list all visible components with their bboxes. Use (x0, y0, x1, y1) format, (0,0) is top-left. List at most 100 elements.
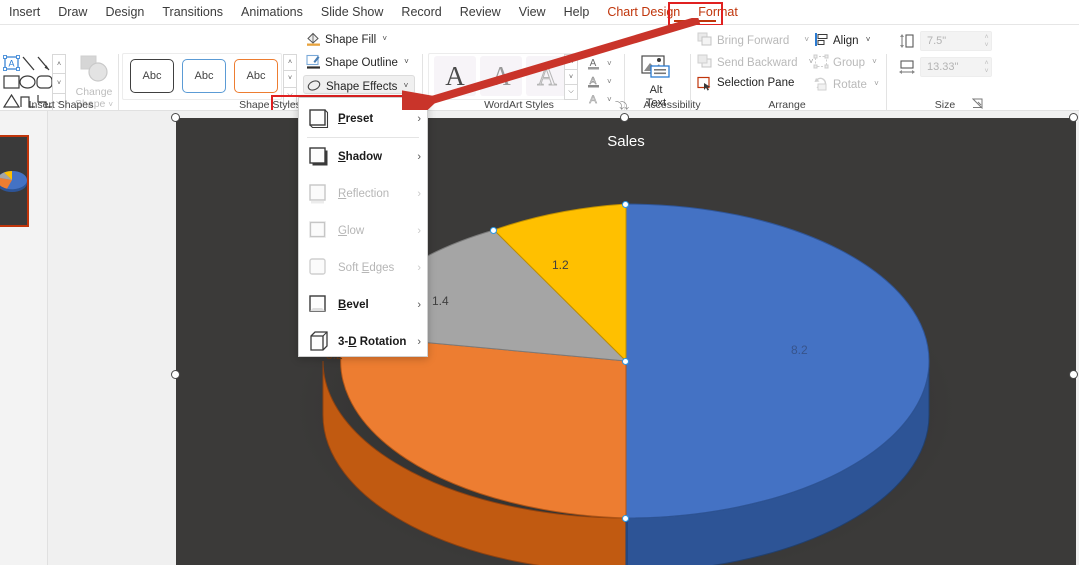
chart-datapoint-handle-top[interactable] (622, 201, 629, 208)
menu-item-preset[interactable]: Preset › (299, 100, 427, 137)
tab-help[interactable]: Help (555, 0, 599, 24)
height-stepper-down-icon[interactable]: ˅ (984, 42, 988, 49)
wordart-scroll-up-button[interactable]: ˄ (564, 54, 578, 69)
rotation-cube-icon (308, 331, 329, 352)
slide-thumbnail-pane[interactable] (0, 111, 48, 565)
selection-handle-top-right[interactable] (1069, 113, 1078, 122)
group-button[interactable]: Group ˅ (812, 53, 877, 70)
align-button[interactable]: Align ˅ (812, 31, 870, 48)
shape-effects-chevron-down-icon[interactable]: ˅ (404, 81, 409, 90)
menu-item-glow-label: Glow (338, 224, 365, 237)
shapes-scroll-up-button[interactable]: ˄ (52, 54, 66, 74)
text-fill-chevron-down-icon[interactable]: ˅ (607, 59, 612, 68)
width-stepper-down-icon[interactable]: ˅ (984, 68, 988, 75)
menu-item-bevel-label: Bevel (338, 298, 369, 311)
wordart-scroll-down-button[interactable]: ˅ (564, 69, 578, 84)
menu-item-shadow[interactable]: Shadow › (299, 138, 427, 175)
tab-transitions[interactable]: Transitions (153, 0, 232, 24)
preset-submenu-chevron-right-icon[interactable]: › (417, 113, 421, 125)
shape-style-preset-1[interactable]: Abc (130, 59, 174, 93)
selection-handle-top-left[interactable] (171, 113, 180, 122)
text-outline-button[interactable]: A ˅ (588, 74, 618, 89)
chart-datapoint-handle-gold[interactable] (490, 227, 497, 234)
shape-style-preset-3[interactable]: Abc (234, 59, 278, 93)
tab-animations[interactable]: Animations (232, 0, 312, 24)
shadow-square-icon (308, 146, 329, 167)
pen-outline-icon (306, 54, 321, 69)
menu-item-3d-rotation[interactable]: 3-D Rotation › (299, 323, 427, 360)
align-label: Align (833, 35, 859, 47)
tab-insert[interactable]: Insert (0, 0, 49, 24)
rotate-button[interactable]: Rotate ˅ (812, 75, 879, 92)
menu-item-soft-edges: Soft Edges › (299, 249, 427, 286)
selection-pane-button[interactable]: Selection Pane (696, 75, 794, 92)
format-tab-underline (674, 20, 716, 22)
menu-item-bevel[interactable]: Bevel › (299, 286, 427, 323)
group-chevron-down-icon[interactable]: ˅ (872, 57, 877, 66)
styles-scroll-up-button[interactable]: ˄ (283, 54, 297, 71)
tab-design[interactable]: Design (96, 0, 153, 24)
shape-effects-button[interactable]: Shape Effects ˅ (303, 75, 415, 94)
height-stepper-up-icon[interactable]: ˄ (984, 34, 988, 41)
tab-draw[interactable]: Draw (49, 0, 96, 24)
powerpoint-window: Insert Draw Design Transitions Animation… (0, 0, 1079, 565)
send-backward-button[interactable]: Send Backward ˅ (696, 53, 813, 70)
tab-review[interactable]: Review (451, 0, 510, 24)
rotation-submenu-chevron-right-icon[interactable]: › (417, 336, 421, 348)
wordart-more-button[interactable]: ⌵ (564, 84, 578, 100)
shape-outline-button[interactable]: Shape Outline ˅ (303, 52, 415, 71)
chart-datapoint-handle-bottom[interactable] (622, 515, 629, 522)
shape-height-stepper[interactable]: ˄ ˅ (982, 33, 991, 49)
rotate-icon (813, 76, 829, 91)
slide-thumbnail-preview (0, 165, 27, 199)
menu-item-glow: Glow › (299, 212, 427, 249)
bevel-submenu-chevron-right-icon[interactable]: › (417, 299, 421, 311)
text-fill-button[interactable]: A ˅ (588, 56, 618, 71)
shape-style-preset-2[interactable]: Abc (182, 59, 226, 93)
shape-styles-scroll[interactable]: ˄ ˅ ⌵ (283, 54, 297, 104)
menu-item-shadow-label: Shadow (338, 150, 383, 163)
selection-handle-top-center[interactable] (620, 113, 629, 122)
styles-scroll-down-button[interactable]: ˅ (283, 70, 297, 87)
pie-data-label-8-2: 8.2 (791, 343, 808, 357)
tab-view[interactable]: View (510, 0, 555, 24)
group-icon (813, 54, 829, 69)
menu-item-3d-rotation-label: 3-D Rotation (338, 335, 407, 348)
slide-thumbnail-1[interactable] (0, 135, 29, 227)
shape-height-row: 7.5" ˄ ˅ (896, 31, 996, 51)
paint-bucket-icon (306, 31, 321, 46)
text-outline-chevron-down-icon[interactable]: ˅ (607, 77, 612, 86)
pie-data-label-1-4: 1.4 (432, 294, 449, 308)
change-shape-label-line1: Change (75, 86, 113, 98)
bring-forward-chevron-down-icon[interactable]: ˅ (804, 35, 809, 44)
shape-outline-chevron-down-icon[interactable]: ˅ (404, 57, 409, 66)
selection-handle-middle-right[interactable] (1069, 370, 1078, 379)
shape-fill-chevron-down-icon[interactable]: ˅ (382, 34, 387, 43)
change-shape-icon (74, 54, 114, 84)
rotate-chevron-down-icon[interactable]: ˅ (874, 79, 879, 88)
selection-handle-middle-left[interactable] (171, 370, 180, 379)
shapes-scroll-down-button[interactable]: ˅ (52, 73, 66, 93)
reflection-submenu-chevron-right-icon: › (417, 187, 421, 200)
selection-pane-icon (697, 76, 713, 91)
ribbon-tab-bar: Insert Draw Design Transitions Animation… (0, 0, 1079, 24)
shape-fill-button[interactable]: Shape Fill ˅ (303, 29, 393, 48)
send-backward-icon (697, 54, 713, 69)
wordart-preset-1[interactable]: A (434, 56, 476, 96)
wordart-scroll[interactable]: ˄ ˅ ⌵ (564, 54, 578, 100)
shape-effects-dropdown-menu[interactable]: Preset › Shadow › Reflection › Glow › So… (298, 97, 428, 357)
width-stepper-up-icon[interactable]: ˄ (984, 60, 988, 67)
tab-record[interactable]: Record (392, 0, 450, 24)
bring-forward-button[interactable]: Bring Forward ˅ (696, 31, 809, 48)
shape-width-row: 13.33" ˄ ˅ (896, 57, 996, 77)
align-chevron-down-icon[interactable]: ˅ (866, 35, 871, 44)
reflection-square-icon (308, 183, 329, 204)
shadow-submenu-chevron-right-icon[interactable]: › (417, 151, 421, 163)
chart-datapoint-handle-center[interactable] (622, 358, 629, 365)
shape-width-stepper[interactable]: ˄ ˅ (982, 59, 991, 75)
wordart-preset-3[interactable]: A (526, 56, 568, 96)
tab-slide-show[interactable]: Slide Show (312, 0, 393, 24)
soft-edges-square-icon (308, 257, 329, 278)
menu-item-soft-edges-label: Soft Edges (338, 261, 395, 274)
wordart-preset-2[interactable]: A (480, 56, 522, 96)
